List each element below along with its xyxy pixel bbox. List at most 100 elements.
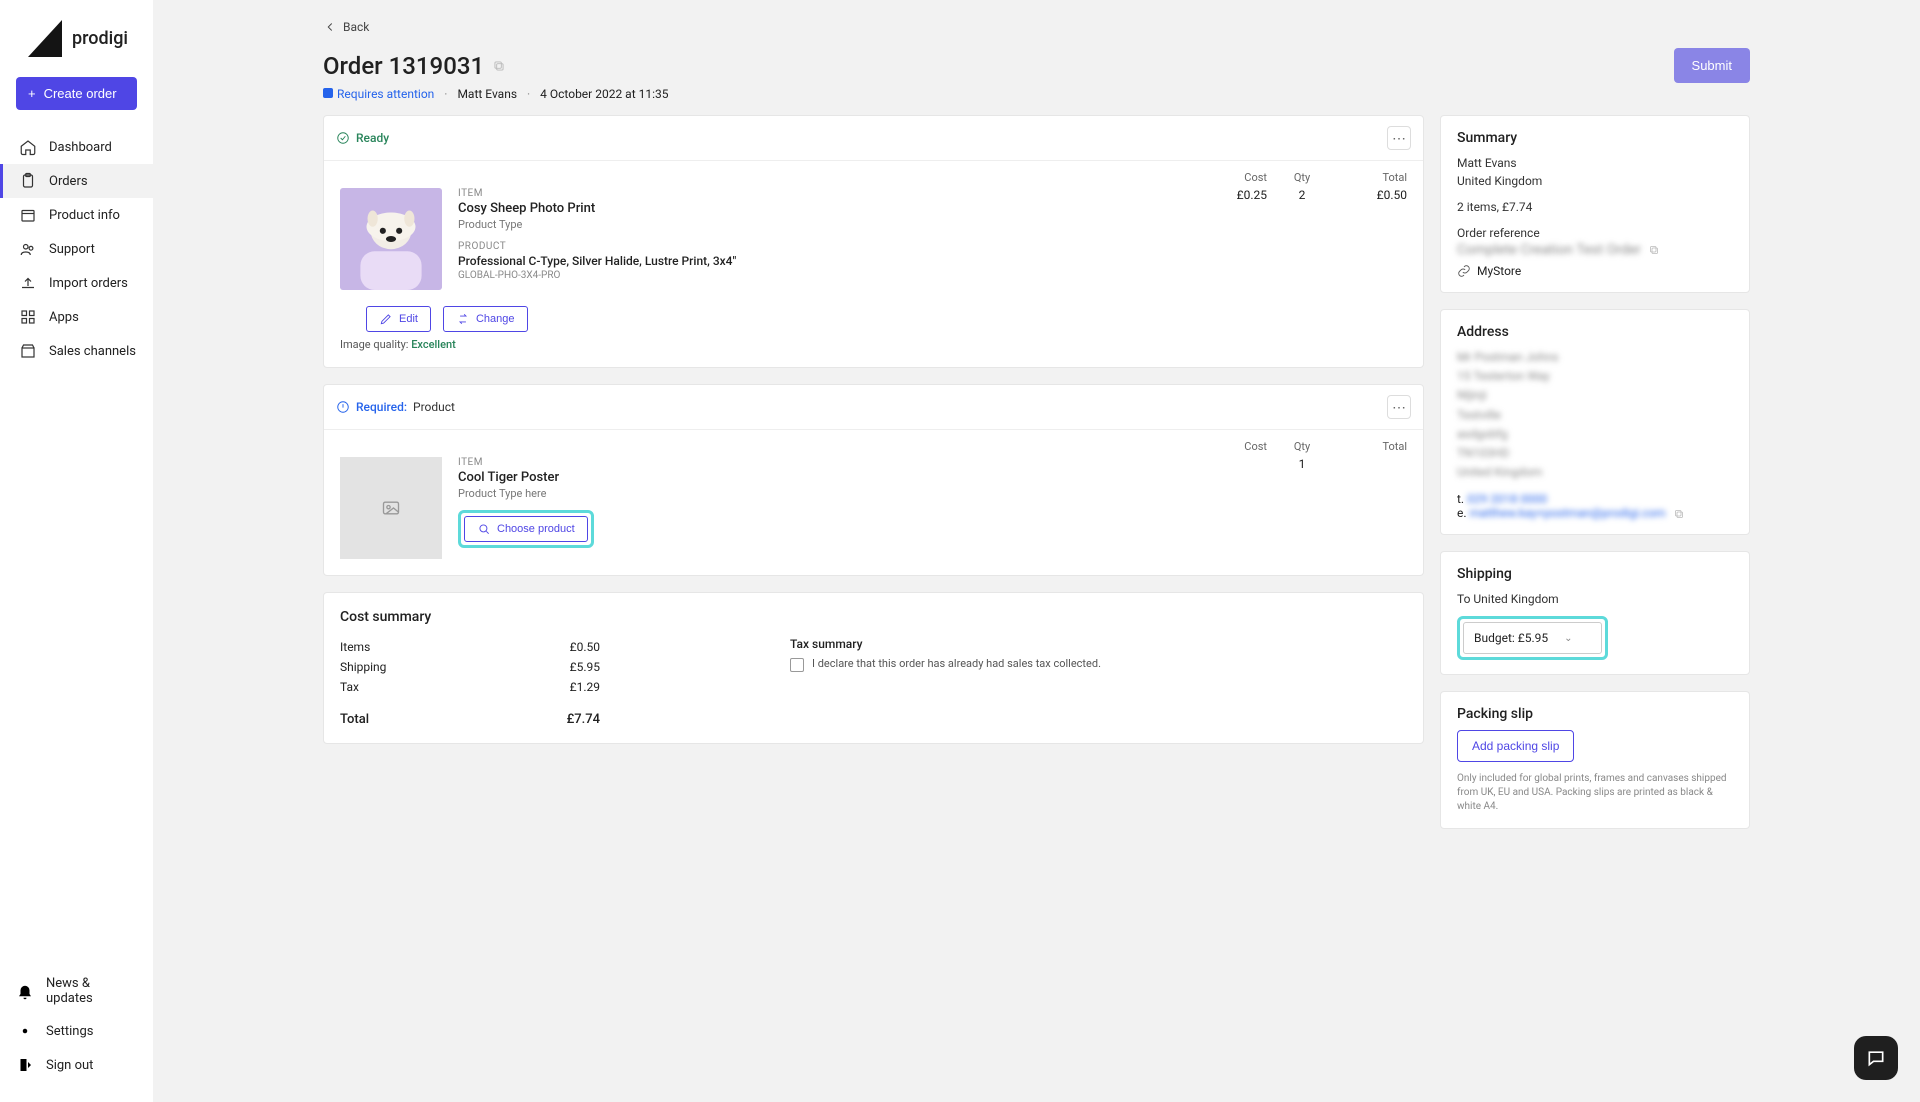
sidebar-item-apps[interactable]: Apps [0, 300, 153, 334]
check-circle-icon [336, 131, 350, 145]
cost-row-shipping: Shipping£5.95 [340, 657, 600, 677]
packing-card: Packing slip Add packing slip Only inclu… [1440, 691, 1750, 829]
col-qty: Qty [1267, 440, 1337, 453]
order-title-text: Order 1319031 [323, 52, 484, 80]
col-total: Total [1337, 171, 1407, 184]
image-quality: Image quality: Excellent [324, 338, 1423, 367]
add-packing-slip-button[interactable]: Add packing slip [1457, 730, 1574, 762]
cost-row-items: Items£0.50 [340, 637, 600, 657]
tax-declare-row[interactable]: I declare that this order has already ha… [790, 657, 1407, 672]
edit-image-button[interactable]: Edit [366, 306, 431, 332]
back-link[interactable]: Back [323, 20, 1750, 34]
logo-mark-icon [28, 20, 62, 57]
item-subtype: Product Type [458, 218, 1181, 231]
summary-card: Summary Matt Evans United Kingdom 2 item… [1440, 115, 1750, 293]
tax-title: Tax summary [790, 637, 1407, 651]
item-thumbnail-placeholder [340, 457, 442, 559]
order-meta: Requires attention · Matt Evans · 4 Octo… [323, 87, 1750, 101]
col-cost: Cost [1197, 171, 1267, 184]
sidebar-item-label: Sign out [46, 1058, 93, 1073]
item-label: ITEM [458, 457, 1181, 468]
sidebar-item-label: Sales channels [49, 344, 136, 359]
item-label: ITEM [458, 188, 1181, 199]
page-title: Order 1319031 [323, 52, 506, 80]
sidebar-item-signout[interactable]: Sign out [0, 1048, 153, 1082]
sidebar-item-orders[interactable]: Orders [0, 164, 153, 198]
copy-icon[interactable] [492, 59, 506, 73]
card-more-button[interactable]: ⋯ [1387, 126, 1411, 150]
product-label: PRODUCT [458, 241, 1181, 252]
packing-note: Only included for global prints, frames … [1457, 772, 1733, 814]
status-dot-icon [323, 88, 333, 98]
change-product-button[interactable]: Change [443, 306, 528, 332]
item-thumbnail [340, 188, 442, 290]
edit-label: Edit [399, 313, 418, 325]
sidebar-item-support[interactable]: Support [0, 232, 153, 266]
sidebar-item-label: Orders [49, 174, 88, 189]
sidebar-item-dashboard[interactable]: Dashboard [0, 130, 153, 164]
sidebar-item-sales-channels[interactable]: Sales channels [0, 334, 153, 368]
product-sku: GLOBAL-PHO-3X4-PRO [458, 270, 1181, 281]
home-icon [19, 138, 37, 156]
item-name: Cosy Sheep Photo Print [458, 201, 1181, 216]
choose-product-highlight: Choose product [458, 510, 594, 548]
sidebar-item-label: Dashboard [49, 140, 112, 155]
link-icon [1457, 264, 1471, 278]
grid-icon [19, 308, 37, 326]
chevron-left-icon [323, 20, 337, 34]
search-icon [477, 522, 491, 536]
order-datetime: 4 October 2022 at 11:35 [540, 87, 668, 101]
sidebar-item-news[interactable]: News & updates [0, 968, 153, 1014]
shipping-select[interactable]: Budget: £5.95 ⌄ [1463, 622, 1602, 654]
item-name: Cool Tiger Poster [458, 470, 1181, 485]
summary-country: United Kingdom [1457, 172, 1733, 190]
logo[interactable]: prodigi [0, 20, 153, 77]
shipping-destination: To United Kingdom [1457, 590, 1733, 608]
sidebar-item-settings[interactable]: Settings [0, 1014, 153, 1048]
sidebar-item-label: News & updates [46, 976, 137, 1006]
sidebar-item-label: Import orders [49, 276, 128, 291]
item-total: £0.50 [1337, 188, 1407, 202]
shipping-card: Shipping To United Kingdom Budget: £5.95… [1440, 551, 1750, 675]
back-label: Back [343, 20, 369, 34]
shipping-title: Shipping [1457, 566, 1733, 582]
people-icon [19, 240, 37, 258]
shipping-option: Budget: £5.95 [1474, 631, 1548, 645]
address-lines: Mr Postman Johns 15 Testerton Way Nljinj… [1457, 348, 1733, 482]
change-label: Change [476, 313, 515, 325]
submit-button[interactable]: Submit [1674, 48, 1750, 83]
order-item-card-ready: Ready ⋯ Cost Qty Total [323, 115, 1424, 368]
copy-icon[interactable] [1648, 244, 1660, 256]
order-item-card-required: Required: Product ⋯ Cost Qty Total ITEM … [323, 384, 1424, 576]
sidebar: prodigi + Create order Dashboard Orders … [0, 0, 153, 1102]
signout-icon [16, 1056, 34, 1074]
card-more-button[interactable]: ⋯ [1387, 395, 1411, 419]
logo-text: prodigi [72, 28, 128, 49]
cost-title: Cost summary [340, 609, 1407, 625]
col-qty: Qty [1267, 171, 1337, 184]
item-cost: £0.25 [1197, 188, 1267, 202]
sidebar-item-import-orders[interactable]: Import orders [0, 266, 153, 300]
summary-title: Summary [1457, 130, 1733, 146]
create-order-button[interactable]: + Create order [16, 77, 137, 110]
submit-label: Submit [1692, 58, 1732, 73]
sidebar-item-label: Apps [49, 310, 79, 325]
sidebar-item-product-info[interactable]: Product info [0, 198, 153, 232]
choose-label: Choose product [497, 523, 575, 535]
shipping-select-highlight: Budget: £5.95 ⌄ [1457, 616, 1608, 660]
cost-row-tax: Tax£1.29 [340, 677, 600, 697]
copy-icon[interactable] [1673, 508, 1685, 520]
status-text[interactable]: Requires attention [337, 87, 434, 101]
col-cost: Cost [1197, 440, 1267, 453]
tax-checkbox[interactable] [790, 658, 804, 672]
summary-name: Matt Evans [1457, 154, 1733, 172]
choose-product-button[interactable]: Choose product [464, 516, 588, 542]
item-subtype: Product Type here [458, 487, 1181, 500]
chat-fab[interactable] [1854, 1036, 1898, 1080]
packing-btn-label: Add packing slip [1472, 739, 1559, 753]
item-qty: 2 [1267, 188, 1337, 202]
col-total: Total [1337, 440, 1407, 453]
box-icon [19, 206, 37, 224]
summary-ref-label: Order reference [1457, 224, 1733, 242]
order-customer: Matt Evans [457, 87, 517, 101]
